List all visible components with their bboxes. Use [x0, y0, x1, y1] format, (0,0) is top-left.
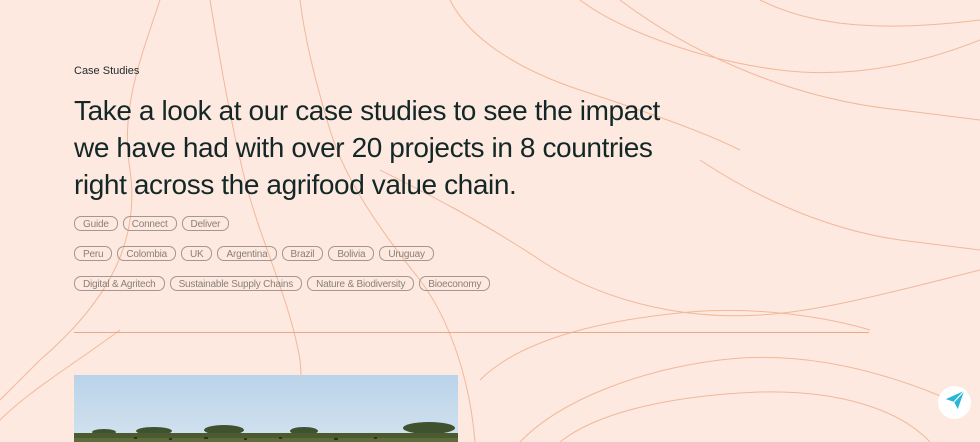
filter-tag-bioeconomy[interactable]: Bioeconomy: [419, 276, 491, 291]
filter-tag-guide[interactable]: Guide: [74, 216, 118, 231]
section-eyebrow: Case Studies: [74, 65, 140, 77]
filter-tag-argentina[interactable]: Argentina: [217, 246, 277, 261]
filter-tag-uk[interactable]: UK: [180, 246, 213, 261]
filter-tag-nature-biodiversity[interactable]: Nature & Biodiversity: [307, 276, 415, 291]
paper-plane-icon: [944, 389, 966, 416]
send-message-button[interactable]: [938, 386, 971, 419]
filter-tag-peru[interactable]: Peru: [74, 246, 113, 261]
section-divider: [74, 332, 869, 333]
filter-tag-deliver[interactable]: Deliver: [181, 216, 230, 231]
filter-tag-uruguay[interactable]: Uruguay: [379, 246, 434, 261]
filter-tag-bolivia[interactable]: Bolivia: [328, 246, 375, 261]
service-filter-row: Guide Connect Deliver: [74, 216, 230, 231]
filter-tag-sustainable-supply-chains[interactable]: Sustainable Supply Chains: [169, 276, 303, 291]
theme-filter-row: Digital & Agritech Sustainable Supply Ch…: [74, 276, 491, 291]
filter-tag-connect[interactable]: Connect: [122, 216, 177, 231]
case-study-image[interactable]: [74, 375, 458, 442]
filter-tag-brazil[interactable]: Brazil: [281, 246, 324, 261]
page-headline: Take a look at our case studies to see t…: [74, 95, 660, 200]
country-filter-row: Peru Colombia UK Argentina Brazil Bolivi…: [74, 246, 434, 261]
filter-tag-colombia[interactable]: Colombia: [117, 246, 176, 261]
filter-tag-digital-agritech[interactable]: Digital & Agritech: [74, 276, 165, 291]
